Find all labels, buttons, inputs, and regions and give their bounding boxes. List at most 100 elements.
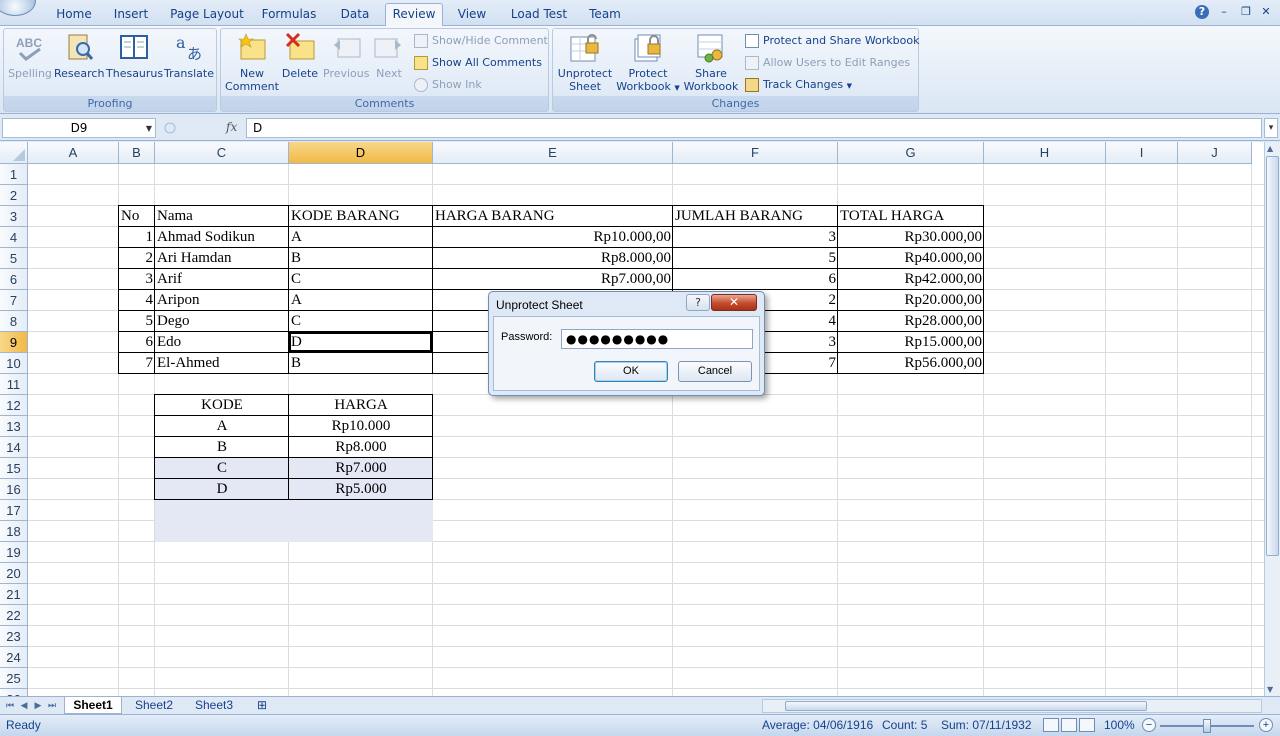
tab-view[interactable]: View [452,5,492,26]
tab-home[interactable]: Home [50,5,98,26]
lookup-cell[interactable]: Rp7.000 [289,458,433,479]
table-cell[interactable]: Edo [155,332,289,353]
tab-page-layout[interactable]: Page Layout [168,5,246,26]
row-header-14[interactable]: 14 [0,437,28,458]
unprotect-sheet-button[interactable]: Unprotect Sheet [557,31,613,95]
table-header-cell[interactable]: No [119,206,155,227]
horizontal-scrollbar[interactable] [762,699,1262,713]
table-header-cell[interactable]: KODE BARANG [289,206,433,227]
share-workbook-button[interactable]: Share Workbook [681,31,741,95]
column-header-i[interactable]: I [1106,142,1178,164]
table-cell[interactable]: Rp28.000,00 [838,311,984,332]
table-cell[interactable]: Ari Hamdan [155,248,289,269]
table-cell[interactable]: 1 [119,227,155,248]
tab-insert[interactable]: Insert [108,5,154,26]
name-box[interactable]: D9 ▼ [2,118,156,138]
table-cell[interactable]: B [289,248,433,269]
zoom-slider-thumb[interactable] [1203,719,1211,733]
research-button[interactable]: Research [54,31,104,95]
column-header-d[interactable]: D [289,142,433,164]
translate-button[interactable]: aあ Translate [164,31,214,95]
last-sheet-icon[interactable]: ⏭ [46,699,58,713]
formula-input[interactable]: D [246,118,1262,138]
row-header-25[interactable]: 25 [0,668,28,689]
normal-view-icon[interactable] [1043,718,1059,732]
first-sheet-icon[interactable]: ⏮ [4,699,16,713]
help-icon[interactable]: ? [1195,5,1209,19]
show-all-comments-button[interactable]: Show All Comments [414,53,542,73]
show-ink-button[interactable]: Show Ink [414,75,482,95]
column-header-j[interactable]: J [1178,142,1252,164]
table-cell[interactable]: Rp40.000,00 [838,248,984,269]
lookup-cell[interactable]: Rp10.000 [289,416,433,437]
table-cell[interactable]: Rp20.000,00 [838,290,984,311]
track-changes-button[interactable]: Track Changes ▼ [745,75,852,95]
table-cell[interactable]: Rp15.000,00 [838,332,984,353]
name-box-dropdown-icon[interactable]: ▼ [146,120,152,138]
sheet-tab-sheet2[interactable]: Sheet2 [126,697,182,714]
column-header-f[interactable]: F [673,142,838,164]
table-cell[interactable]: Rp30.000,00 [838,227,984,248]
delete-comment-button[interactable]: Delete [279,31,321,95]
table-cell[interactable]: C [289,311,433,332]
lookup-header-cell[interactable]: HARGA [289,395,433,416]
row-header-9[interactable]: 9 [0,332,28,353]
tab-load-test[interactable]: Load Test [508,5,570,26]
row-header-6[interactable]: 6 [0,269,28,290]
new-comment-button[interactable]: New Comment [225,31,279,95]
lookup-header-cell[interactable]: KODE [155,395,289,416]
row-header-20[interactable]: 20 [0,563,28,584]
tab-data[interactable]: Data [334,5,376,26]
table-cell[interactable]: B [289,353,433,374]
lookup-cell[interactable]: Rp5.000 [289,479,433,500]
table-cell[interactable]: 7 [119,353,155,374]
table-cell[interactable]: Rp7.000,00 [433,269,673,290]
row-header-12[interactable]: 12 [0,395,28,416]
table-cell[interactable]: 6 [119,332,155,353]
dialog-help-button[interactable]: ? [686,294,710,311]
password-field[interactable]: ●●●●●●●●● [561,329,753,349]
table-cell[interactable]: Arif [155,269,289,290]
next-sheet-icon[interactable]: ▶ [32,699,44,713]
row-header-10[interactable]: 10 [0,353,28,374]
column-header-a[interactable]: A [28,142,119,164]
row-header-7[interactable]: 7 [0,290,28,311]
sheet-tab-sheet1[interactable]: Sheet1 [64,697,122,714]
protect-and-share-button[interactable]: Protect and Share Workbook [745,31,920,51]
horizontal-scroll-thumb[interactable] [785,701,1147,711]
table-cell[interactable]: Aripon [155,290,289,311]
lookup-cell[interactable]: B [155,437,289,458]
row-header-21[interactable]: 21 [0,584,28,605]
table-cell[interactable]: 6 [673,269,838,290]
row-header-19[interactable]: 19 [0,542,28,563]
table-cell[interactable]: 5 [673,248,838,269]
zoom-out-icon[interactable]: − [1142,718,1156,732]
sheet-tab-sheet3[interactable]: Sheet3 [186,697,242,714]
table-cell[interactable]: C [289,269,433,290]
restore-icon[interactable]: ❐ [1238,5,1254,19]
row-header-11[interactable]: 11 [0,374,28,395]
table-cell[interactable]: El-Ahmed [155,353,289,374]
table-cell[interactable]: 4 [119,290,155,311]
table-cell[interactable]: 3 [673,227,838,248]
prev-sheet-icon[interactable]: ◀ [18,699,30,713]
zoom-level[interactable]: 100% [1104,718,1135,732]
table-cell[interactable]: Ahmad Sodikun [155,227,289,248]
column-header-c[interactable]: C [155,142,289,164]
lookup-cell[interactable]: A [155,416,289,437]
lookup-cell[interactable]: C [155,458,289,479]
row-header-2[interactable]: 2 [0,185,28,206]
tab-team[interactable]: Team [586,5,624,26]
column-header-h[interactable]: H [984,142,1106,164]
row-header-1[interactable]: 1 [0,164,28,185]
row-header-16[interactable]: 16 [0,479,28,500]
table-cell[interactable]: 2 [119,248,155,269]
allow-edit-ranges-button[interactable]: Allow Users to Edit Ranges [745,53,910,73]
table-header-cell[interactable]: JUMLAH BARANG [673,206,838,227]
row-header-17[interactable]: 17 [0,500,28,521]
table-cell[interactable]: 3 [119,269,155,290]
lookup-cell[interactable]: Rp8.000 [289,437,433,458]
row-header-5[interactable]: 5 [0,248,28,269]
row-header-3[interactable]: 3 [0,206,28,227]
tab-formulas[interactable]: Formulas [258,5,320,26]
